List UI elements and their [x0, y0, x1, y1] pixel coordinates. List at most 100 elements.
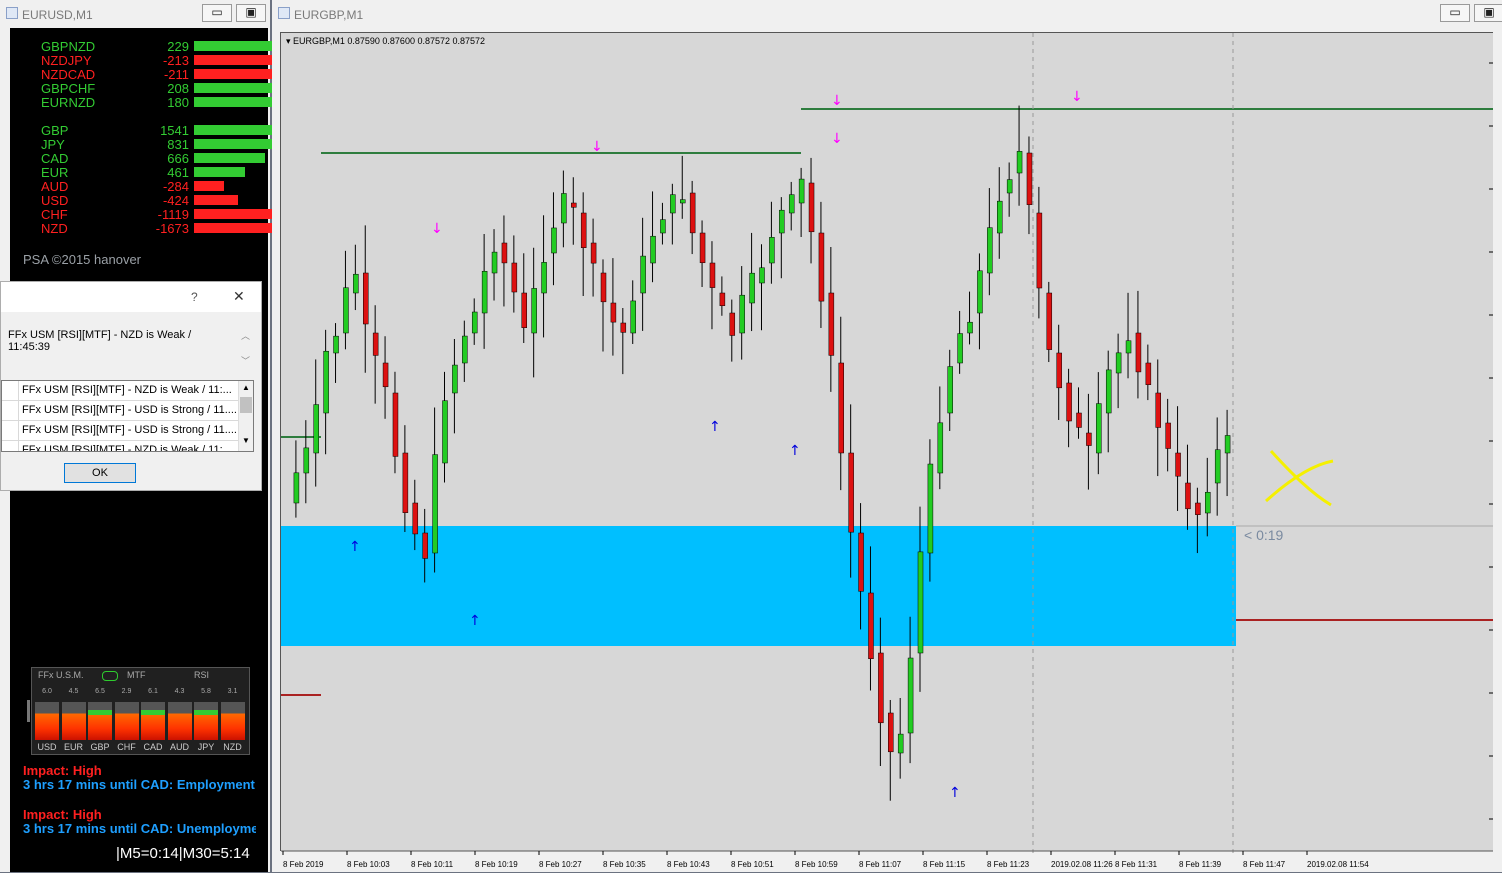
help-icon[interactable]: ? [191, 290, 198, 304]
time-axis-label: 8 Feb 10:51 [731, 860, 774, 869]
candle-body [749, 272, 755, 304]
candle-body [1185, 482, 1191, 510]
price-chart[interactable]: ↓ ↓ ↓ ↓ ↓ ↑ ↑ ↑ ↑ ↑ 8 Feb 2019 8 Feb 10:03 8 Feb 10:… [280, 32, 1493, 869]
chart-canvas[interactable]: ↓ ↓ ↓ ↓ ↓ ↑ ↑ ↑ ↑ ↑ 8 Feb 2019 8 Feb 10:03 8 Feb 10:… [281, 33, 1493, 873]
eurusd-titlebar[interactable]: EURUSD,M1 ▭ ▣ [0, 0, 270, 28]
usm-bar [35, 702, 59, 740]
alert-history-list[interactable]: FFx USM [RSI][MTF] - NZD is Weak / 11:..… [1, 380, 254, 452]
candle-body [818, 232, 825, 302]
candle-body [1105, 369, 1112, 414]
candle-body [571, 202, 577, 208]
scroll-up-icon[interactable]: ▲ [242, 383, 250, 392]
candle-body [422, 532, 428, 559]
candle-body [1205, 491, 1211, 514]
candle-body [788, 194, 795, 214]
list-scrollbar[interactable]: ▼ ▲ [238, 381, 253, 451]
chevron-down-icon[interactable]: ﹀ [241, 354, 250, 367]
pair-strength-name: NZDCAD [41, 67, 96, 82]
scrollbar-thumb[interactable] [240, 397, 252, 413]
candle-body [1046, 292, 1053, 350]
candle-body [650, 235, 656, 264]
drawn-cross-mark [1269, 449, 1332, 507]
candle-body [1195, 502, 1201, 515]
currency-strength-bar [194, 139, 282, 149]
candle-body [1066, 382, 1072, 422]
currency-strength-value: 666 [167, 151, 189, 166]
candle-body [462, 335, 468, 364]
minimize-button[interactable]: ▭ [1440, 4, 1470, 22]
candle-body [1086, 432, 1092, 446]
chevron-up-icon[interactable]: ︿ [241, 329, 250, 342]
candle-body [551, 227, 557, 254]
currency-strength-value: -284 [162, 179, 189, 194]
currency-strength-bar [194, 195, 238, 205]
ok-button[interactable]: OK [64, 463, 136, 483]
pair-strength-value: -211 [163, 67, 189, 82]
restore-button[interactable]: ▣ [236, 4, 266, 22]
candle-body [739, 294, 745, 334]
time-axis-label: 8 Feb 10:35 [603, 860, 646, 869]
usm-bar [167, 702, 192, 740]
time-axis-label: 8 Feb 11:47 [1243, 860, 1286, 869]
candle-body [353, 273, 359, 294]
usm-bar [61, 702, 86, 740]
candle-countdown: < 0:19 [1244, 527, 1284, 543]
usm-tab-mtf[interactable]: MTF [127, 670, 146, 680]
sell-arrow-icon: ↓ [831, 93, 843, 109]
candle-body [620, 322, 627, 333]
time-axis-label: 8 Feb 11:39 [1179, 860, 1222, 869]
currency-strength-name: USD [41, 193, 69, 208]
time-axis-label: 8 Feb 11:07 [859, 860, 902, 869]
candle-body [303, 447, 310, 474]
usm-label: JPY [197, 742, 215, 752]
candle-body [452, 364, 458, 394]
candle-body [769, 237, 775, 264]
usm-scroll-handle[interactable] [27, 700, 30, 722]
usm-label: CAD [143, 742, 163, 752]
usm-tab-rsi[interactable]: RSI [194, 670, 209, 680]
minimize-button[interactable]: ▭ [202, 4, 232, 22]
candle-body [1096, 403, 1102, 454]
list-item[interactable]: FFx USM [RSI][MTF] - USD is Strong / 11.… [2, 421, 238, 441]
chart-window-icon [6, 7, 18, 19]
list-item[interactable]: FFx USM [RSI][MTF] - USD is Strong / 11.… [2, 401, 238, 421]
buy-arrow-icon: ↑ [469, 613, 481, 629]
candle-body [1026, 152, 1033, 205]
candle-body [779, 209, 785, 234]
candle-body [987, 227, 993, 274]
currency-strength-name: CHF [41, 207, 68, 222]
candle-body [630, 300, 636, 334]
candle-body [689, 192, 696, 234]
candle-body [828, 292, 835, 356]
eurgbp-titlebar[interactable]: EURGBP,M1 ▭ ▣ [272, 0, 1502, 28]
candle-body [610, 302, 617, 323]
candle-body [937, 422, 944, 474]
time-axis-label: 2019.02.08 11:54 [1307, 860, 1369, 869]
time-axis-label: 8 Feb 10:03 [347, 860, 390, 869]
time-axis-label: 8 Feb 10:19 [475, 860, 518, 869]
restore-button[interactable]: ▣ [1474, 4, 1502, 22]
candle-body [600, 272, 607, 303]
candle-body [372, 332, 379, 356]
candle-body [670, 194, 676, 214]
candle-body [808, 182, 815, 233]
candle-body [640, 255, 646, 294]
alert-message: FFx USM [RSI][MTF] - NZD is Weak / 11:45… [8, 329, 192, 353]
dialog-titlebar[interactable]: ? ✕ [1, 282, 261, 312]
candle-body [798, 178, 805, 204]
usm-eye-icon[interactable] [102, 671, 118, 681]
candle-body [699, 232, 706, 264]
list-item[interactable]: FFx USM [RSI][MTF] - NZD is Weak / 11:..… [2, 381, 238, 401]
candle-body [1224, 435, 1231, 454]
usm-value: 2.9 [121, 688, 132, 695]
usm-title: FFx U.S.M. [38, 670, 84, 680]
buy-arrow-icon: ↑ [789, 443, 801, 459]
candle-body [907, 657, 914, 734]
close-icon[interactable]: ✕ [233, 288, 245, 305]
time-axis-label: 8 Feb 11:15 [923, 860, 966, 869]
scroll-down-icon[interactable]: ▼ [242, 436, 250, 445]
currency-strength-value: -424 [162, 193, 189, 208]
list-item[interactable]: FFx USM [RSI][MTF] - NZD is Weak / 11:..… [2, 441, 238, 451]
candle-body [759, 267, 765, 284]
usm-indicator-panel: FFx U.S.M. MTF RSI 6.0 USD 4.5 EUR 6.5 GBP 2.9… [31, 667, 250, 755]
